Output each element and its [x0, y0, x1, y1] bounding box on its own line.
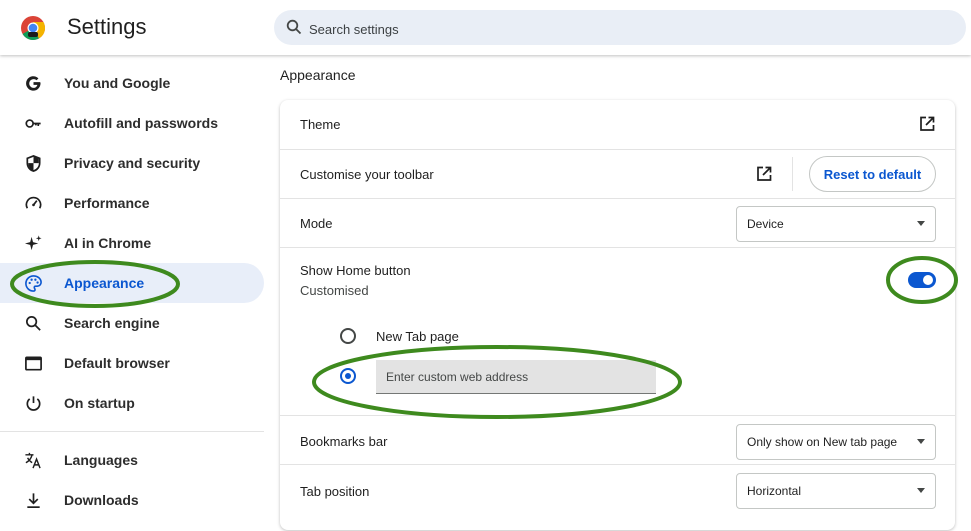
- top-bar: Settings: [0, 0, 971, 55]
- mode-row: Mode Device: [280, 198, 955, 248]
- dropdown-arrow-icon: [917, 488, 925, 493]
- sidebar-item-label: Privacy and security: [64, 155, 201, 171]
- show-home-button-toggle[interactable]: [908, 272, 936, 288]
- reset-to-default-button[interactable]: Reset to default: [809, 156, 936, 192]
- browser-window-icon: [25, 356, 42, 371]
- external-link-icon[interactable]: [755, 165, 773, 183]
- sidebar-item-default-browser[interactable]: Default browser: [0, 343, 264, 383]
- radio-dot: [345, 373, 351, 379]
- mode-select-value: Device: [747, 217, 784, 231]
- theme-row[interactable]: Theme: [280, 100, 955, 149]
- sidebar-item-search-engine[interactable]: Search engine: [0, 303, 264, 343]
- app-title: Settings: [67, 14, 147, 39]
- translate-icon: [25, 452, 41, 469]
- appearance-card: Theme Customise your toolbar Reset to de…: [280, 100, 955, 530]
- chrome-beta-logo-icon: [21, 16, 45, 40]
- tab-position-select[interactable]: Horizontal: [736, 473, 936, 509]
- sidebar-item-label: On startup: [64, 395, 135, 411]
- sidebar-item-you-and-google[interactable]: You and Google: [0, 63, 264, 103]
- mode-select[interactable]: Device: [736, 206, 936, 242]
- sidebar-item-languages[interactable]: Languages: [0, 440, 264, 480]
- google-g-icon: [26, 76, 41, 91]
- bookmarks-bar-row: Bookmarks bar Only show on New tab page: [280, 415, 955, 465]
- toggle-knob: [923, 275, 933, 285]
- customise-toolbar-row[interactable]: Customise your toolbar Reset to default: [280, 149, 955, 199]
- sidebar-item-privacy[interactable]: Privacy and security: [0, 143, 264, 183]
- section-title: Appearance: [280, 67, 356, 83]
- sidebar-item-ai-in-chrome[interactable]: AI in Chrome: [0, 223, 264, 263]
- sidebar-item-autofill[interactable]: Autofill and passwords: [0, 103, 264, 143]
- speedometer-icon: [25, 196, 42, 209]
- key-icon: [25, 119, 41, 128]
- search-icon: [25, 315, 41, 331]
- sidebar-item-label: Performance: [64, 195, 150, 211]
- search-input[interactable]: [307, 18, 911, 40]
- sidebar-item-on-startup[interactable]: On startup: [0, 383, 264, 423]
- sidebar-item-performance[interactable]: Performance: [0, 183, 264, 223]
- sidebar-divider: [0, 431, 264, 432]
- sidebar: You and Google Autofill and passwords Pr…: [0, 63, 268, 513]
- download-icon: [27, 493, 40, 509]
- power-icon: [26, 396, 41, 411]
- sidebar-item-label: Autofill and passwords: [64, 115, 219, 131]
- custom-web-address-input[interactable]: [376, 360, 656, 394]
- bookmarks-bar-label: Bookmarks bar: [300, 434, 388, 449]
- tab-position-row: Tab position Horizontal: [280, 464, 955, 531]
- tab-position-select-value: Horizontal: [747, 484, 802, 498]
- sidebar-item-label: Search engine: [64, 315, 160, 331]
- new-tab-page-radio[interactable]: [340, 328, 356, 344]
- dropdown-arrow-icon: [917, 439, 925, 444]
- tab-position-label: Tab position: [300, 484, 370, 499]
- bookmarks-bar-select[interactable]: Only show on New tab page: [736, 424, 936, 460]
- custom-address-radio[interactable]: [340, 368, 356, 384]
- show-home-button-label: Show Home button: [300, 263, 411, 278]
- sidebar-item-label: Appearance: [64, 275, 145, 291]
- sidebar-item-label: AI in Chrome: [64, 235, 152, 251]
- search-icon: [286, 19, 302, 35]
- bookmarks-bar-select-value: Only show on New tab page: [747, 435, 898, 449]
- sidebar-item-appearance[interactable]: Appearance: [0, 263, 264, 303]
- search-bar[interactable]: [274, 10, 966, 45]
- palette-icon: [25, 275, 42, 292]
- shield-icon: [26, 154, 41, 172]
- theme-label: Theme: [300, 117, 341, 132]
- sidebar-item-label: Downloads: [64, 492, 139, 508]
- sidebar-item-label: You and Google: [64, 75, 171, 91]
- customise-toolbar-label: Customise your toolbar: [300, 167, 434, 182]
- sidebar-item-label: Default browser: [64, 355, 170, 371]
- sidebar-item-downloads[interactable]: Downloads: [0, 480, 264, 520]
- show-home-button-sublabel: Customised: [300, 283, 369, 298]
- vertical-separator: [792, 157, 793, 191]
- external-link-icon[interactable]: [918, 115, 936, 133]
- show-home-button-row: Show Home button Customised New Tab page: [280, 247, 955, 416]
- new-tab-page-label[interactable]: New Tab page: [376, 329, 459, 344]
- dropdown-arrow-icon: [917, 221, 925, 226]
- sparkle-icon: [24, 235, 42, 251]
- sidebar-item-label: Languages: [64, 452, 138, 468]
- mode-label: Mode: [300, 216, 333, 231]
